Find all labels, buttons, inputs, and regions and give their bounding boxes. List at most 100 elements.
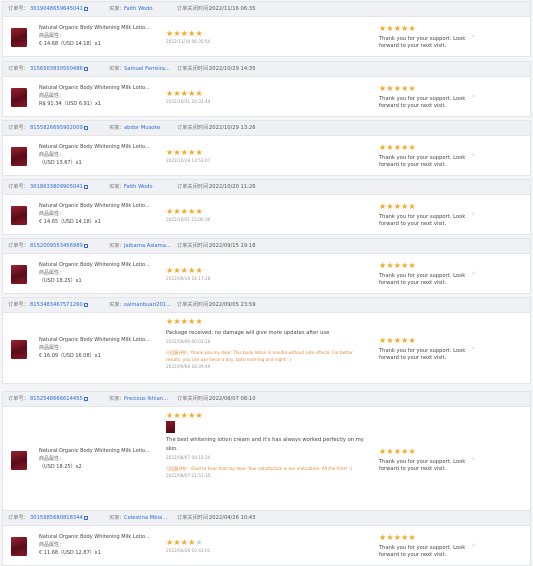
close-time-label: 订单关闭时间：: [177, 515, 214, 521]
seller-feedback: ★★★★★ Thank you for your support. Look fo…: [379, 533, 479, 559]
order-card: 订单号： 3015985680818344 买家： Celestina Mbia ..…: [2, 510, 531, 566]
star-icon: ★: [386, 143, 394, 152]
star-icon: ★: [408, 202, 416, 211]
review-text: The best whitening lotion cream and it's…: [166, 437, 364, 452]
close-time: 2022/10/29 14:35: [209, 66, 256, 72]
buyer-rating-stars: ★★★★★: [166, 317, 366, 326]
star-icon: ★: [401, 202, 409, 211]
buyer-review: ★★★★★ The best whitening lotion cream and…: [166, 411, 366, 479]
star-icon: ★: [173, 411, 181, 420]
star-icon: ★: [408, 24, 416, 33]
seller-thanks-text: Thank you for your support. Look forward…: [379, 347, 466, 361]
reply-text: Glad to hear that my dear. Your satisfac…: [191, 466, 353, 471]
close-time-label: 订单关闭时间：: [177, 6, 214, 12]
expand-chevron-icon[interactable]: ›: [472, 269, 475, 277]
expand-chevron-icon[interactable]: ›: [472, 151, 475, 159]
seller-feedback: ★★★★★ Thank you for your support. Look fo…: [379, 202, 479, 228]
buyer-review: ★★★★★ Package received, no damage will gi…: [166, 317, 366, 370]
product-price: € 14.65（USD 14.18）x1: [39, 219, 101, 225]
product-thumbnail[interactable]: [11, 451, 27, 470]
buyer-review: ★★★★★ 2022/04/26 10:43:01: [166, 538, 366, 554]
expand-chevron-icon[interactable]: ›: [472, 541, 475, 549]
star-icon: ★: [401, 335, 409, 345]
star-icon: ★: [401, 143, 409, 152]
product-info: Natural Organic Body Whitening Milk Loti…: [39, 24, 150, 48]
close-time: 2022/08/07 08:10: [209, 396, 256, 402]
close-time-label: 订单关闭时间：: [177, 243, 214, 249]
reply-date: 2022/08/07 21:51:35: [166, 473, 211, 478]
review-photo[interactable]: [166, 421, 175, 433]
product-name[interactable]: Natural Organic Body Whitening Milk Loti…: [39, 143, 150, 151]
expand-chevron-icon[interactable]: ›: [472, 92, 475, 100]
star-icon: ★: [188, 207, 196, 216]
expand-chevron-icon[interactable]: ›: [472, 455, 475, 463]
product-thumbnail[interactable]: [11, 537, 27, 556]
product-name[interactable]: Natural Organic Body Whitening Milk Loti…: [39, 24, 150, 32]
review-date: 2022/08/07 08:16:24: [166, 455, 211, 460]
buyer-review: ★★★★★ 2022/10/21 15:06:39: [166, 207, 366, 223]
product-thumbnail[interactable]: [11, 265, 27, 284]
star-icon: ★: [173, 148, 181, 157]
product-thumbnail[interactable]: [11, 206, 27, 225]
expand-chevron-icon[interactable]: ›: [472, 344, 475, 352]
seller-feedback: ★★★★★ Thank you for your support. Look fo…: [379, 143, 479, 169]
product-name[interactable]: Natural Organic Body Whitening Milk Loti…: [39, 533, 150, 541]
product-info: Natural Organic Body Whitening Milk Loti…: [39, 84, 150, 108]
review-date: 2022/04/26 10:43:01: [166, 548, 211, 553]
product-name[interactable]: Natural Organic Body Whitening Milk Loti…: [39, 84, 150, 92]
seller-rating-stars: ★★★★★: [379, 143, 479, 152]
product-thumbnail[interactable]: [11, 88, 27, 107]
expand-chevron-icon[interactable]: ›: [472, 210, 475, 218]
seller-feedback: ★★★★★ Thank you for your support. Look fo…: [379, 447, 479, 473]
star-icon: ★: [173, 89, 181, 98]
product-name[interactable]: Natural Organic Body Whitening Milk Loti…: [39, 336, 150, 344]
product-name[interactable]: Natural Organic Body Whitening Milk Loti…: [39, 447, 150, 455]
product-cell: Natural Organic Body Whitening Milk Loti…: [11, 2, 150, 56]
star-icon: ★: [401, 447, 409, 456]
product-info: Natural Organic Body Whitening Milk Loti…: [39, 447, 150, 471]
star-icon: ★: [195, 89, 203, 98]
star-icon: ★: [386, 447, 394, 456]
order-card: 订单号： 3019048659645041 买家： Faith Wodo 订单关闭时间：…: [2, 1, 531, 57]
product-attribute: 商品属性：: [39, 344, 65, 351]
product-thumbnail[interactable]: [11, 147, 27, 166]
star-icon: ★: [401, 533, 409, 542]
star-icon: ★: [408, 447, 416, 456]
seller-thanks-text: Thank you for your support. Look forward…: [379, 545, 466, 558]
close-time-label: 订单关闭时间：: [177, 184, 214, 190]
product-thumbnail[interactable]: [11, 28, 27, 47]
close-time-label: 订单关闭时间：: [177, 302, 214, 308]
close-time: 2022/11/16 06:35: [209, 6, 256, 12]
product-name[interactable]: Natural Organic Body Whitening Milk Loti…: [39, 202, 150, 210]
star-icon: ★: [188, 29, 196, 38]
seller-rating-stars: ★★★★★: [379, 24, 479, 33]
product-cell: Natural Organic Body Whitening Milk Loti…: [11, 62, 150, 116]
product-cell: Natural Organic Body Whitening Milk Loti…: [11, 392, 150, 512]
expand-chevron-icon[interactable]: ›: [472, 32, 475, 40]
review-date: 2022/10/31 20:32:44: [166, 99, 211, 104]
seller-rating-stars: ★★★★★: [379, 84, 479, 93]
star-icon: ★: [195, 29, 203, 38]
seller-rating-stars: ★★★★★: [379, 336, 479, 345]
order-card: 订单号： 8153483467571260 买家： salmanbuari201...…: [2, 297, 531, 384]
product-attribute: 商品属性：: [39, 270, 65, 276]
product-name[interactable]: Natural Organic Body Whitening Milk Loti…: [39, 261, 150, 269]
star-icon: ★: [386, 335, 394, 345]
buyer-rating-stars: ★★★★★: [166, 538, 366, 547]
order-card: 订单号： 3018633809905041 买家： Faith Wodo 订单关闭时间：…: [2, 179, 531, 235]
reply-text: thank you my dear. This body lotion is m…: [166, 350, 353, 362]
star-icon: ★: [408, 533, 416, 542]
seller-reply: 已回复评价：thank you my dear. This body lotio…: [166, 349, 366, 363]
seller-thanks-text: Thank you for your support. Look forward…: [379, 155, 466, 168]
product-cell: Natural Organic Body Whitening Milk Loti…: [11, 298, 150, 383]
close-time: 2022/10/29 13:26: [209, 125, 256, 131]
seller-thanks-text: Thank you for your support. Look forward…: [379, 214, 466, 227]
close-time-label: 订单关闭时间：: [177, 125, 214, 131]
order-card: 订单号： 8152009553456989 买家： Jaibarna Aslama..…: [2, 238, 531, 294]
order-card: 订单号： 3156503830550486 买家： Samuel Ferreira..…: [2, 61, 531, 117]
star-icon: ★: [386, 24, 394, 33]
buyer-review: ★★★★★ 2022/10/31 20:32:44: [166, 89, 366, 105]
star-icon: ★: [195, 538, 203, 547]
product-thumbnail[interactable]: [11, 339, 27, 359]
product-info: Natural Organic Body Whitening Milk Loti…: [39, 143, 150, 167]
